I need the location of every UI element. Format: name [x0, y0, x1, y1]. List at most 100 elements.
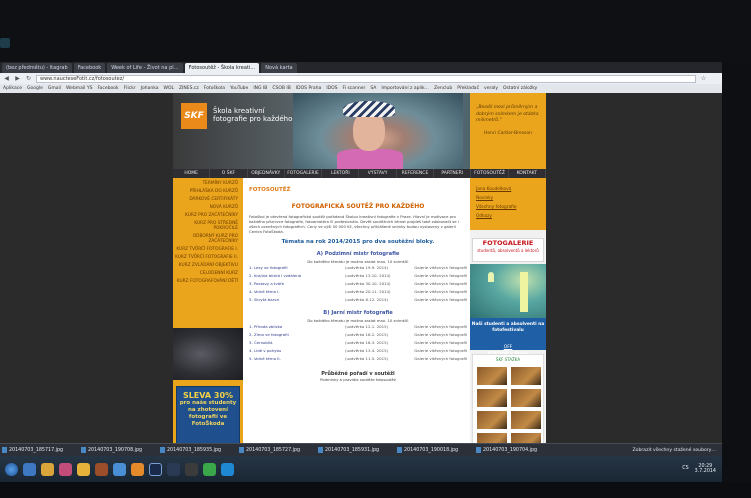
bookmark[interactable]: Importování z aplik…: [381, 86, 429, 91]
bookmark[interactable]: Zenclub: [434, 86, 452, 91]
festival-banner[interactable]: Naši studenti a absolventi na fotofestiv…: [470, 318, 546, 357]
topic-name[interactable]: 2. Krajina blízká i vzdálená: [249, 272, 345, 280]
download-item[interactable]: 20140703_185717.jpg: [2, 447, 77, 453]
menu-item[interactable]: FOTOSOUTĚŽ: [471, 169, 509, 178]
gallery-link[interactable]: Galerie vítězných fotografií: [405, 355, 467, 363]
browser-tab[interactable]: Week of Life - Život na pl…: [107, 63, 183, 73]
download-item[interactable]: 20140703_185935.jpg: [160, 447, 235, 453]
bookmark[interactable]: Ostatní záložky: [503, 86, 537, 91]
topic-name[interactable]: 3. Postavy a tváře: [249, 280, 345, 288]
bookmark[interactable]: Google: [27, 86, 43, 91]
bookmark[interactable]: Gmail: [48, 86, 61, 91]
left-menu-item[interactable]: Celodenní kurz: [173, 268, 243, 276]
star-icon[interactable]: ☆: [700, 75, 707, 82]
bookmark[interactable]: Flickr: [124, 86, 136, 91]
bookmark[interactable]: SA: [370, 86, 376, 91]
right-link[interactable]: Odkazy: [470, 210, 546, 219]
ps-icon[interactable]: [167, 462, 180, 476]
gallery-link[interactable]: Galerie vítězných fotografií: [405, 272, 467, 280]
ranking-sub[interactable]: Podmínky a pravidla soutěže fotosoutěž: [249, 377, 467, 382]
bookmark[interactable]: Překladač: [457, 86, 479, 91]
explorer-icon[interactable]: [41, 462, 54, 476]
monitor-app-icon[interactable]: [149, 462, 162, 476]
gallery-link[interactable]: Galerie vítězných fotografií: [405, 280, 467, 288]
gallery-thumb[interactable]: [511, 367, 541, 385]
gallery-link[interactable]: Galerie vítězných fotografií: [405, 288, 467, 296]
left-menu-item[interactable]: Kurz fotografování dětí: [173, 276, 243, 284]
left-menu-item[interactable]: Přihláška do kurzů: [173, 186, 243, 194]
bookmark[interactable]: Fi scanner: [343, 86, 366, 91]
gallery-link[interactable]: Galerie vítězných fotografií: [405, 339, 467, 347]
download-item[interactable]: 20140703_185727.jpg: [239, 447, 314, 453]
menu-item[interactable]: VÝSTAVY: [359, 169, 397, 178]
right-link[interactable]: Novinky: [470, 192, 546, 201]
bookmark[interactable]: Johanka: [141, 86, 159, 91]
topic-name[interactable]: 1. Příroda zblízka: [249, 323, 345, 331]
gallery-thumb[interactable]: [511, 411, 541, 429]
bookmark[interactable]: IDOS Praha: [296, 86, 321, 91]
download-item[interactable]: 20140703_185931.jpg: [318, 447, 393, 453]
browser-tab-active[interactable]: Fotosoutěž - Škola kreati…: [184, 63, 260, 73]
download-item[interactable]: 20140703_190018.jpg: [397, 447, 472, 453]
right-link[interactable]: Jana Koudelková: [470, 183, 546, 192]
fotogalerie-box[interactable]: FOTOGALERIE studentů, absolventů a lekto…: [472, 238, 544, 262]
site-logo[interactable]: SKF: [181, 103, 207, 129]
gallery-link[interactable]: Galerie vítězných fotografií: [405, 331, 467, 339]
clock[interactable]: 20:29 3.7.2014: [695, 464, 716, 475]
discount-banner[interactable]: SLEVA 30% pro naše studenty na zhotovení…: [176, 386, 240, 446]
left-menu-item[interactable]: Kurz tvůrčí fotografie II.: [173, 252, 243, 260]
left-menu-item[interactable]: Kurz zvládání objektivu: [173, 260, 243, 268]
topic-name[interactable]: 5. Skrytá barva: [249, 296, 345, 304]
festival-photo[interactable]: [470, 264, 546, 318]
bookmark[interactable]: veraly: [484, 86, 498, 91]
bookmark[interactable]: Aplikace: [3, 86, 22, 91]
left-menu-item[interactable]: Termíny kurzů: [173, 178, 243, 186]
back-icon[interactable]: ◀: [3, 75, 10, 82]
gallery-thumb[interactable]: [477, 389, 507, 407]
show-all-downloads[interactable]: Zobrazit všechny stažené soubory…: [633, 448, 722, 453]
app-green-icon[interactable]: [203, 462, 216, 476]
left-menu-item[interactable]: Dárkové certifikáty: [173, 194, 243, 202]
browser-tab[interactable]: (bez předmětu) - ltagrab: [2, 63, 72, 73]
right-link[interactable]: Všechny fotografie: [470, 201, 546, 210]
browser-tab[interactable]: Facebook: [73, 63, 106, 73]
bookmark[interactable]: YouTube: [230, 86, 248, 91]
topic-name[interactable]: 4. Lidé v pohybu: [249, 347, 345, 355]
menu-item[interactable]: LEKTOŘI: [322, 169, 360, 178]
gallery-link[interactable]: Galerie vítězných fotografií: [405, 264, 467, 272]
gallery-link[interactable]: Galerie vítězných fotografií: [405, 347, 467, 355]
skype-icon[interactable]: [221, 462, 234, 476]
gallery-link[interactable]: Galerie vítězných fotografií: [405, 296, 467, 304]
lr-icon[interactable]: [185, 462, 198, 476]
bookmark[interactable]: IDOS: [326, 86, 337, 91]
bookmark[interactable]: ČSOB IB: [272, 86, 290, 91]
picasa-icon[interactable]: [77, 462, 90, 476]
menu-item[interactable]: REFERENCE: [397, 169, 435, 178]
gallery-link[interactable]: Galerie vítězných fotografií: [405, 323, 467, 331]
browser-tab[interactable]: Nová karta: [261, 63, 297, 73]
bookmark[interactable]: ZINES.cz: [179, 86, 199, 91]
bookmark[interactable]: Fotoškola: [204, 86, 225, 91]
download-item[interactable]: 20140703_190708.jpg: [81, 447, 156, 453]
left-menu-item[interactable]: Kurz pro středně pokročilé: [173, 218, 243, 231]
left-menu-item[interactable]: Kurz pro začátečníky: [173, 210, 243, 218]
menu-item[interactable]: HOME: [173, 169, 211, 178]
menu-item[interactable]: FOTOGALERIE: [285, 169, 323, 178]
app-icon[interactable]: [95, 462, 108, 476]
gallery-thumb[interactable]: [477, 367, 507, 385]
language-indicator[interactable]: CS: [682, 466, 688, 472]
bookmark[interactable]: Webmail YS: [66, 86, 93, 91]
menu-item[interactable]: PARTNEŘI: [434, 169, 472, 178]
menu-item[interactable]: OBJEDNÁVKY: [248, 169, 285, 178]
ie-icon[interactable]: [23, 462, 36, 476]
gallery-thumb[interactable]: [477, 411, 507, 429]
topic-name[interactable]: 2. Zima ve fotografii: [249, 331, 345, 339]
topic-name[interactable]: 1. Lesy ve fotografii: [249, 264, 345, 272]
url-input[interactable]: www.naucteseFotit.cz/fotosoutez/: [36, 74, 696, 83]
menu-item[interactable]: KONTAKT: [509, 169, 546, 178]
bookmark[interactable]: WOL: [164, 86, 175, 91]
gallery-thumb[interactable]: [511, 389, 541, 407]
topic-name[interactable]: 3. Černobílá: [249, 339, 345, 347]
topic-name[interactable]: 5. Volné téma II.: [249, 355, 345, 363]
reload-icon[interactable]: ↻: [25, 75, 32, 82]
